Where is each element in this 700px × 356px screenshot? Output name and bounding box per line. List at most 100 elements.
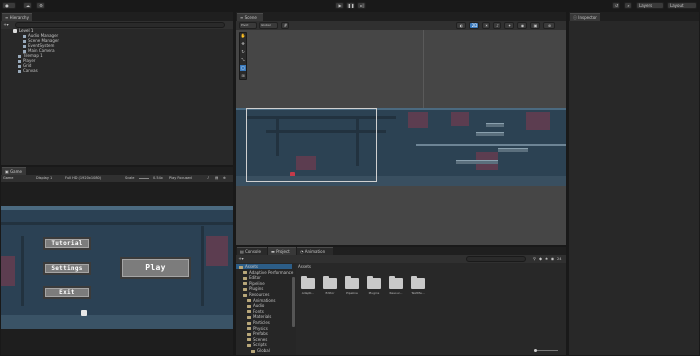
pivot-dropdown[interactable]: Pivot	[239, 22, 257, 29]
tab-inspector[interactable]: ⓘ Inspector	[570, 13, 600, 21]
star-icon[interactable]: ★	[544, 256, 549, 262]
project-tree-item[interactable]: Particles	[247, 320, 270, 325]
hand-tool-icon[interactable]: ✋	[240, 33, 246, 39]
level-brick	[451, 112, 469, 126]
global-dropdown[interactable]: Global	[259, 22, 278, 29]
project-tree-item[interactable]: Plugins	[243, 286, 263, 291]
project-tree-item[interactable]: Resources	[243, 292, 269, 297]
project-tree-item[interactable]: Scripts	[247, 342, 267, 347]
inspector-panel: ⓘ Inspector	[568, 11, 700, 356]
project-tree-item[interactable]: Animations	[247, 298, 275, 303]
project-tree-item[interactable]: Global	[251, 348, 270, 353]
folder-icon	[247, 315, 251, 319]
hierarchy-item[interactable]: Canvas	[18, 68, 38, 73]
tab-hierarchy[interactable]: ≡ Hierarchy	[2, 13, 32, 21]
project-asset-folder[interactable]: Resour...	[386, 276, 406, 295]
tab-console[interactable]: ▤ Console	[237, 247, 267, 255]
tab-animation[interactable]: ◔ Animation	[297, 247, 333, 255]
game-render	[1, 206, 233, 329]
folder-icon	[301, 276, 315, 289]
hierarchy-item-label: Canvas	[23, 68, 38, 73]
history-button[interactable]: ↺	[612, 2, 620, 9]
gizmos-button[interactable]: ⊕	[543, 22, 555, 29]
scale-slider[interactable]	[139, 178, 149, 179]
exit-button[interactable]: Exit	[43, 286, 91, 299]
filter-icon[interactable]: ⚲	[532, 256, 537, 262]
snap-button[interactable]: #	[281, 22, 289, 29]
project-grid: Adapti... Editor Pipeline Plugins Resour... T…	[298, 275, 564, 335]
add-icon[interactable]: +▾	[3, 22, 9, 28]
pause-button[interactable]: ❚❚	[346, 2, 355, 9]
project-asset-folder[interactable]: Pipeline	[342, 276, 362, 295]
transform-tool-icon[interactable]: ⊞	[240, 73, 246, 79]
label-icon[interactable]: ◆	[538, 256, 543, 262]
scale-tool-icon[interactable]: ⤡	[240, 57, 246, 63]
tab-game[interactable]: ▣ Game	[2, 167, 26, 175]
game-tabbar: ▣ Game	[1, 167, 233, 175]
project-tree-item[interactable]: Audio	[247, 303, 264, 308]
shading-button[interactable]: ◐	[456, 22, 466, 29]
level-pipe	[416, 144, 566, 146]
step-button[interactable]: ▸|	[357, 2, 366, 9]
project-tree-item[interactable]: Editor	[243, 275, 261, 280]
game-view-select[interactable]: Game	[3, 175, 13, 182]
mute-icon[interactable]: ♪	[207, 175, 209, 182]
cloud-button[interactable]: ☁	[23, 2, 32, 9]
settings-button[interactable]: Settings	[43, 262, 91, 275]
tab-project-label: Project	[276, 249, 290, 254]
project-asset-folder[interactable]: Editor	[320, 276, 340, 295]
project-tree-item[interactable]: Scenes	[247, 337, 267, 342]
project-tree-item[interactable]: Assets	[236, 264, 292, 269]
zoom-slider-thumb[interactable]	[534, 349, 537, 352]
audio-button[interactable]: ♪	[493, 22, 501, 29]
breadcrumb-assets[interactable]: Assets	[298, 264, 311, 269]
lighting-button[interactable]: ☀	[482, 22, 490, 29]
hidden-objects-button[interactable]: ◉	[517, 22, 527, 29]
camera-button[interactable]: ▣	[530, 22, 540, 29]
folder-icon	[247, 343, 251, 347]
game-pipe	[1, 222, 233, 225]
play-focused-dropdown[interactable]: Play Focused	[169, 175, 192, 182]
project-search-input[interactable]	[466, 256, 526, 262]
project-tree-item[interactable]: Physics	[247, 326, 268, 331]
scene-viewport[interactable]: ✋ ✥ ↻ ⤡ ▢ ⊞	[236, 30, 566, 245]
play-button[interactable]: ▶	[335, 2, 344, 9]
project-tree-item[interactable]: Pipeline	[243, 281, 265, 286]
project-tree-item[interactable]: Fonts	[247, 309, 264, 314]
folder-icon	[247, 299, 251, 303]
resolution-dropdown[interactable]: Full HD (1920x1080)	[65, 175, 101, 182]
tab-animation-label: Animation	[304, 249, 326, 254]
eye-icon[interactable]: ◉	[550, 256, 555, 262]
project-tree-item[interactable]: Adaptive Performance	[243, 270, 293, 275]
effects-button[interactable]: ✦	[504, 22, 514, 29]
display-dropdown[interactable]: Display 1	[36, 175, 52, 182]
project-asset-folder[interactable]: Plugins	[364, 276, 384, 295]
play-game-button[interactable]: Play	[120, 257, 191, 279]
game-viewport[interactable]: Tutorial Settings Play Exit	[1, 182, 233, 355]
project-asset-folder[interactable]: TextMe...	[408, 276, 428, 295]
project-tree-item[interactable]: Prefabs	[247, 331, 268, 336]
zoom-slider[interactable]	[534, 349, 558, 352]
rect-tool-icon[interactable]: ▢	[240, 65, 246, 71]
project-asset-label: TextMe...	[411, 291, 425, 295]
project-asset-folder[interactable]: Adapti...	[298, 276, 318, 295]
tutorial-button[interactable]: Tutorial	[43, 237, 91, 250]
rotate-tool-icon[interactable]: ↻	[240, 49, 246, 55]
search-button[interactable]: ⌕	[624, 2, 632, 9]
account-button[interactable]: ●	[2, 2, 16, 9]
project-tree-scrollbar[interactable]	[292, 277, 295, 327]
layers-dropdown[interactable]: Layers	[636, 2, 664, 9]
project-asset-label: Pipeline	[346, 291, 358, 295]
tab-project[interactable]: ▬ Project	[268, 247, 296, 255]
hierarchy-search-input[interactable]	[15, 22, 225, 28]
folder-icon	[367, 276, 381, 289]
tab-scene[interactable]: ≡ Scene	[237, 13, 263, 21]
layout-dropdown[interactable]: Layout	[667, 2, 697, 9]
collab-button[interactable]: ⚙	[36, 2, 45, 9]
project-tree-item[interactable]: Materials	[247, 314, 271, 319]
move-tool-icon[interactable]: ✥	[240, 41, 246, 47]
stats-icon[interactable]: ▤	[215, 175, 218, 182]
gizmos-icon[interactable]: ⊕	[223, 175, 226, 182]
mode-2d-button[interactable]: 2D	[469, 22, 479, 29]
add-icon[interactable]: +▾	[238, 256, 244, 262]
